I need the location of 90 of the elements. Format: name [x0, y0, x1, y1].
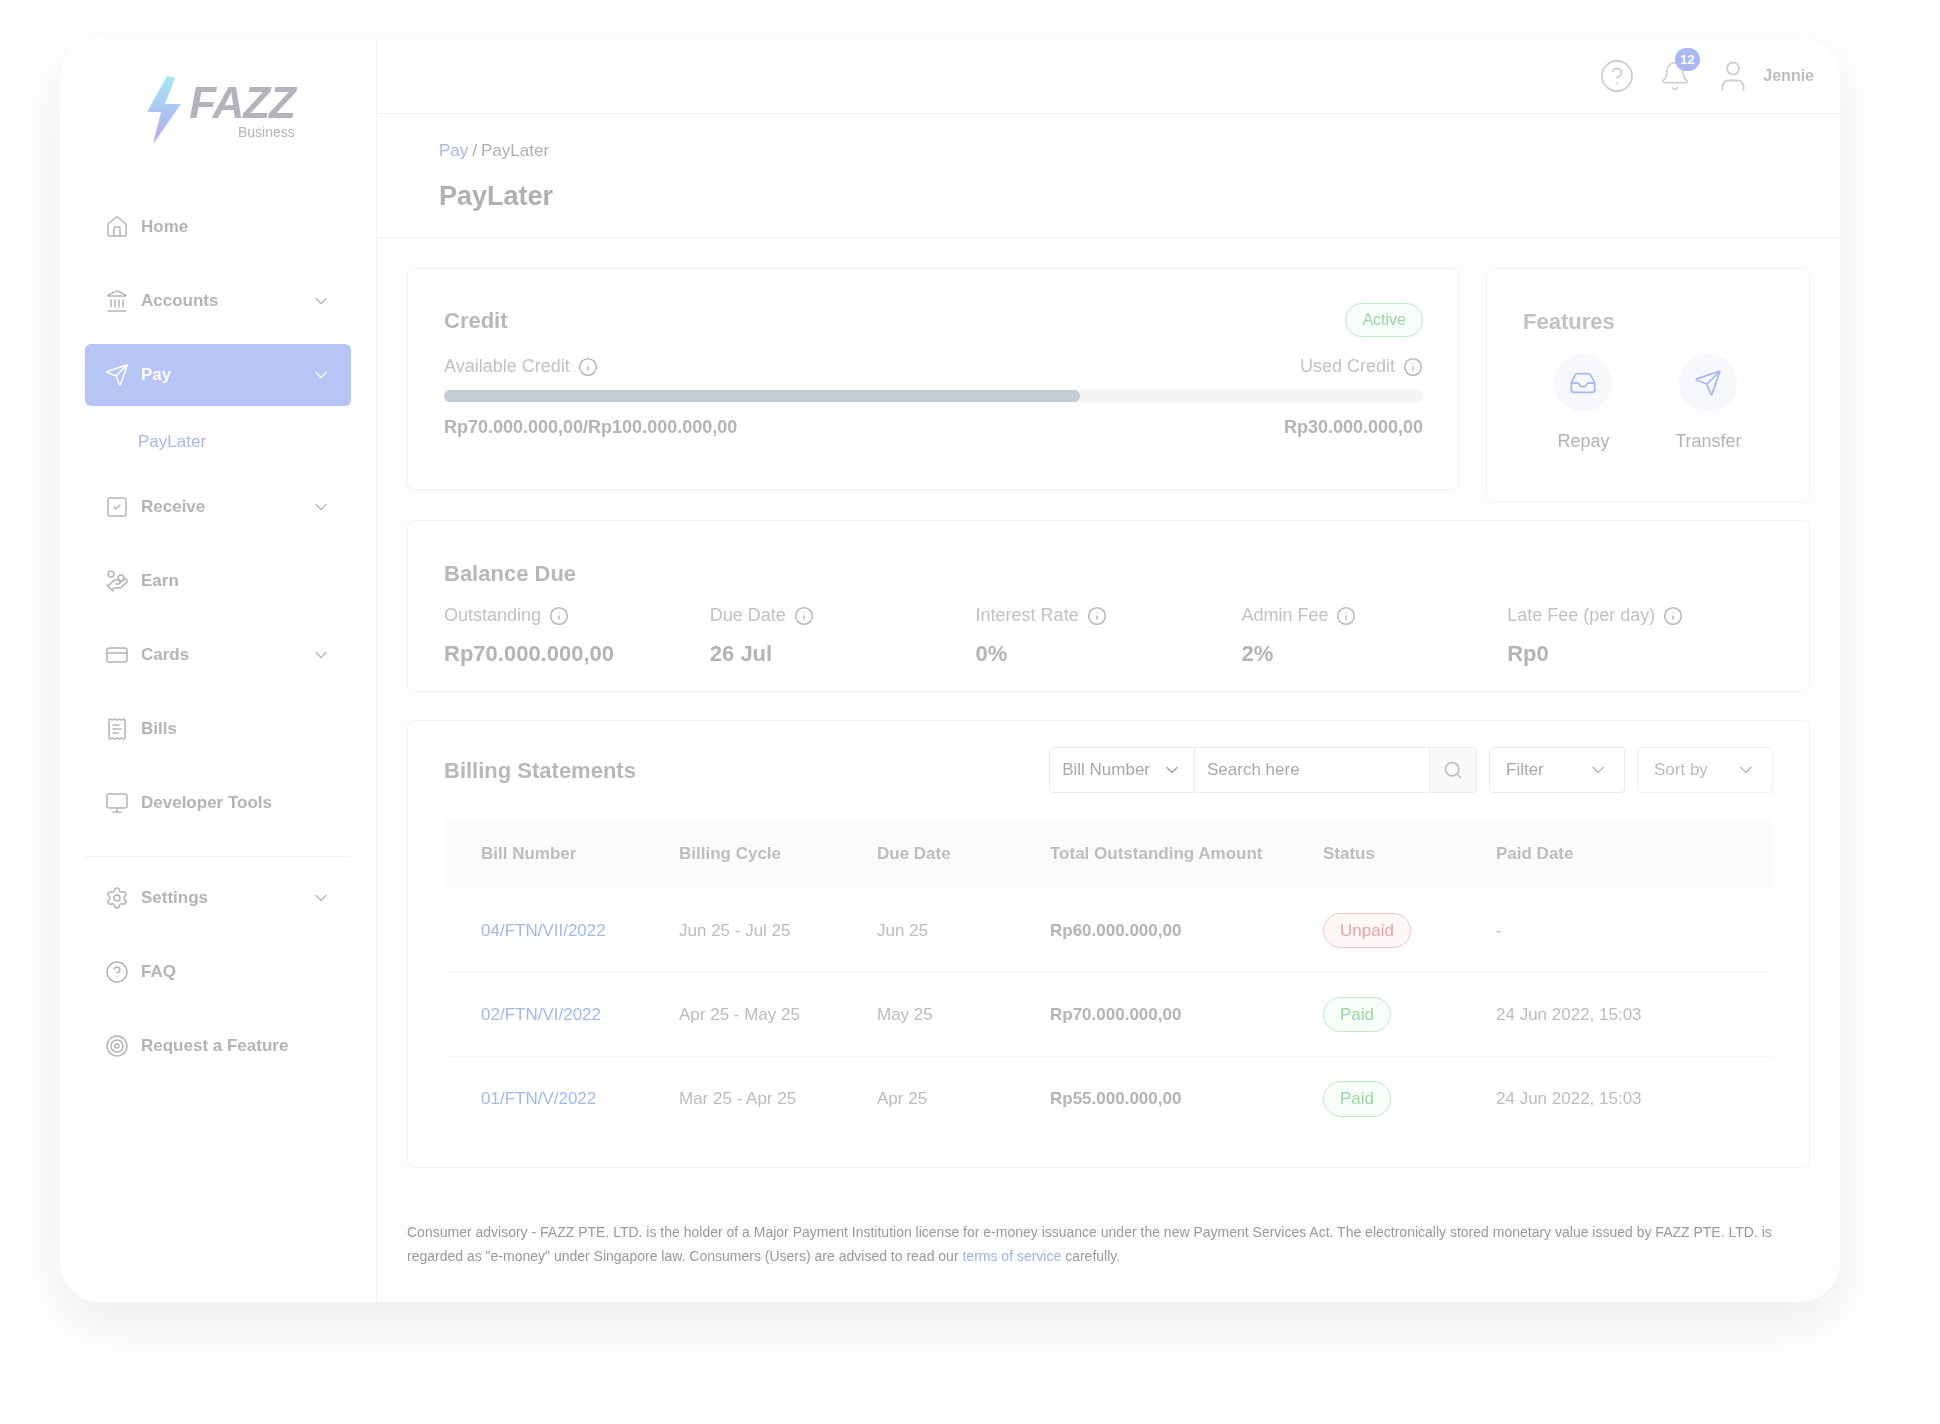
- balance-value: Rp70.000.000,00: [444, 640, 616, 668]
- column-header: Billing Cycle: [679, 843, 783, 866]
- breadcrumb-item: PayLater: [481, 140, 550, 162]
- table-cell-text: Rp60.000.000,00: [1050, 919, 1183, 942]
- sidebar-item[interactable]: Pay: [85, 344, 351, 406]
- sidebar-item[interactable]: Accounts: [85, 270, 351, 332]
- bill-number-link[interactable]: 04/FTN/VII/2022: [481, 917, 679, 944]
- status-badge: Paid: [1323, 1081, 1392, 1117]
- card-title: Credit: [444, 306, 508, 335]
- table-cell-text: -: [1496, 919, 1503, 942]
- table-cell-text: Apr 25 - May 25: [679, 1003, 801, 1026]
- search-field[interactable]: Search here: [1195, 747, 1429, 793]
- logo-wordmark: FAZZ: [189, 81, 295, 125]
- paper-plane-icon: [105, 363, 129, 387]
- info-icon: [549, 605, 570, 626]
- sidebar-subitem[interactable]: PayLater: [85, 418, 351, 466]
- logo-subtitle: Business: [238, 125, 295, 139]
- balance-value: 26 Jul: [709, 640, 774, 668]
- search-icon: [1443, 760, 1463, 780]
- sidebar-item[interactable]: Home: [85, 196, 351, 258]
- table-cell-text: May 25: [877, 1003, 934, 1026]
- table-cell-text: Jun 25: [877, 919, 930, 942]
- breadcrumb-separator: /: [472, 140, 478, 162]
- target-icon: [105, 1034, 129, 1058]
- user-name[interactable]: Jennie: [1763, 63, 1814, 88]
- card-title: Billing Statements: [444, 756, 637, 785]
- balance-value: Rp0: [1507, 640, 1550, 668]
- info-icon: [577, 356, 598, 377]
- consumer-advisory-text: Consumer advisory - FAZZ PTE. LTD. is the holder of a Major Payment Institution license for e-money issuance under the new Payment Services Act. The electronically stored monetary value issued by FAZZ PTE. LTD. is regarded as "e-money" under Singapore law. Consumers (Users) are advised to read our terms of service carefully.: [407, 1223, 1773, 1266]
- available-credit-label: Available Credit: [444, 355, 570, 378]
- table-cell-text: Rp70.000.000,00: [1050, 1003, 1183, 1026]
- receipt-icon: [105, 717, 129, 741]
- info-icon: [1086, 605, 1107, 626]
- table-cell-text: Apr 25: [877, 1088, 929, 1111]
- balance-label: Admin Fee: [1241, 604, 1329, 627]
- status-badge: Paid: [1323, 996, 1392, 1033]
- used-credit-value: Rp30.000.000,00: [1283, 416, 1423, 439]
- settings-icon: [105, 886, 129, 910]
- balance-label: Outstanding: [444, 604, 542, 627]
- sidebar-item[interactable]: Settings: [85, 867, 351, 929]
- monitor-icon: [105, 791, 129, 815]
- balance-label: Due Date: [709, 604, 786, 627]
- breadcrumb-item[interactable]: Pay: [439, 138, 469, 164]
- column-header: Due Date: [877, 843, 952, 866]
- sidebar-item[interactable]: Request a Feature: [85, 1015, 351, 1077]
- terms-of-service-link[interactable]: terms of service: [962, 1248, 1062, 1264]
- search-by-dropdown[interactable]: Bill Number: [1049, 747, 1195, 793]
- bill-number-link[interactable]: 01/FTN/V/2022: [481, 1086, 679, 1112]
- page-title: PayLater: [439, 179, 555, 213]
- column-header: Total Outstanding Amount: [1050, 843, 1264, 866]
- info-icon: [1663, 605, 1684, 626]
- hand-coin-icon: [105, 569, 129, 593]
- balance-label: Interest Rate: [975, 604, 1079, 627]
- status-badge: Active: [1345, 303, 1423, 337]
- home-icon: [105, 215, 129, 239]
- table-cell-text: Mar 25 - Apr 25: [679, 1088, 798, 1111]
- checkbox-icon: [105, 495, 129, 519]
- notification-badge: 12: [1675, 47, 1700, 71]
- sidebar-item[interactable]: Developer Tools: [85, 772, 351, 834]
- sidebar-item[interactable]: Cards: [85, 624, 351, 686]
- sidebar-item[interactable]: Bills: [85, 698, 351, 760]
- column-header: Status: [1323, 843, 1376, 866]
- info-icon: [1403, 356, 1423, 377]
- column-header: Bill Number: [481, 843, 578, 866]
- help-icon[interactable]: [1599, 57, 1636, 94]
- used-credit-label: Used Credit: [1299, 355, 1395, 378]
- table-cell-text: 24 Jun 2022, 15:03: [1496, 1088, 1643, 1111]
- sidebar-item[interactable]: Receive: [85, 476, 351, 538]
- sort-dropdown[interactable]: Sort by: [1637, 747, 1773, 793]
- table-cell-text: 24 Jun 2022, 15:03: [1496, 1003, 1643, 1026]
- filter-dropdown[interactable]: Filter: [1489, 747, 1625, 793]
- balance-value: 0%: [975, 640, 1009, 668]
- help-icon: [105, 960, 129, 984]
- card-title: Balance Due: [444, 561, 577, 586]
- balance-label: Late Fee (per day): [1507, 604, 1656, 627]
- table-cell-text: Rp55.000.000,00: [1050, 1088, 1183, 1111]
- card-title: Features: [1523, 309, 1615, 334]
- sidebar-item[interactable]: FAQ: [85, 941, 351, 1003]
- column-header: Paid Date: [1496, 843, 1575, 866]
- info-icon: [793, 605, 814, 626]
- table-cell-text: Jun 25 - Jul 25: [679, 919, 792, 942]
- search-button[interactable]: [1429, 747, 1477, 793]
- bill-number-link[interactable]: 02/FTN/VI/2022: [481, 1001, 679, 1028]
- status-badge: Unpaid: [1323, 912, 1411, 949]
- balance-value: 2%: [1241, 640, 1275, 668]
- bank-icon: [105, 289, 129, 313]
- sidebar-item[interactable]: Earn: [85, 550, 351, 612]
- paper-plane-icon: [1694, 369, 1723, 397]
- info-icon: [1336, 605, 1357, 626]
- available-credit-value: Rp70.000.000,00/Rp100.000.000,00: [444, 416, 738, 439]
